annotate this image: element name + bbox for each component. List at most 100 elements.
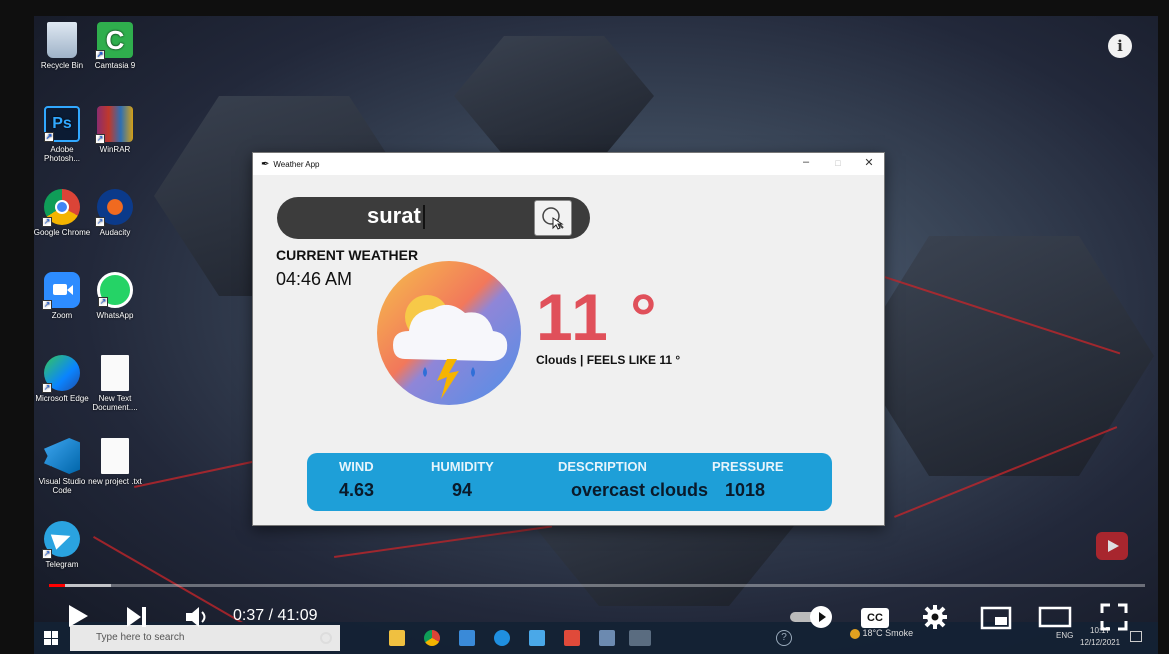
store-icon[interactable]: [459, 630, 475, 646]
search-bar: surat: [277, 197, 590, 239]
captions-icon: CC: [867, 612, 883, 624]
maximize-button[interactable]: □: [828, 158, 848, 168]
next-icon: [127, 607, 146, 627]
desktop-icon-label: Microsoft Edge: [35, 394, 89, 403]
volume-button[interactable]: [184, 605, 212, 634]
description-label: DESCRIPTION: [558, 459, 647, 474]
app-taskbar-icon[interactable]: [529, 630, 545, 646]
start-button[interactable]: [44, 631, 58, 645]
camtasia-taskbar-icon[interactable]: [564, 630, 580, 646]
pressure-value: 1018: [725, 480, 766, 500]
desktop-icon-label: Camtasia 9: [94, 61, 136, 70]
desktop-icon-winrar[interactable]: ↗ WinRAR: [86, 106, 144, 154]
youtube-watermark-icon[interactable]: [1096, 532, 1128, 560]
autoplay-knob-icon: [810, 606, 832, 628]
humidity-value: 94: [452, 480, 473, 500]
time-display: 0:37 / 41:09: [233, 607, 318, 624]
info-icon[interactable]: i: [1108, 34, 1132, 58]
progress-played: [49, 584, 65, 587]
temperature: 11 °: [536, 280, 659, 354]
theater-icon: [1038, 606, 1072, 628]
desktop-icon-new-project-txt[interactable]: new project .txt: [86, 438, 144, 486]
telegram-icon: ↗: [42, 521, 80, 559]
background-line: [93, 536, 250, 628]
weather-app-window: ✒ Weather App – □ ✕ surat CURRENT WEATHE…: [252, 152, 885, 526]
background-hexagon: [854, 236, 1154, 476]
desktop-icon-new-text-document[interactable]: New Text Document....: [86, 355, 144, 412]
miniplayer-icon: [980, 606, 1012, 630]
progress-bar[interactable]: [49, 584, 1145, 587]
desktop-icon-zoom[interactable]: ↗ Zoom: [33, 272, 91, 320]
search-input[interactable]: surat: [367, 203, 421, 229]
humidity-label: HUMIDITY: [431, 459, 494, 474]
photoshop-icon: Ps ↗: [44, 106, 80, 142]
fullscreen-icon: [1100, 603, 1128, 631]
background-hexagon: [454, 36, 654, 156]
audacity-icon: ↗: [95, 189, 133, 227]
search-icon: [542, 207, 564, 230]
edge-taskbar-icon[interactable]: [494, 630, 510, 646]
text-file-icon: [101, 438, 129, 474]
desktop-icon-label: Visual Studio Code: [38, 477, 86, 495]
next-button[interactable]: [125, 605, 149, 634]
desktop-icon-audacity[interactable]: ↗ Audacity: [86, 189, 144, 237]
desktop-icon-telegram[interactable]: ↗ Telegram: [33, 521, 91, 569]
weather-logo-icon: [377, 261, 521, 405]
clock-date: 12/12/2021: [1080, 638, 1121, 647]
fullscreen-button[interactable]: [1100, 603, 1128, 636]
python-taskbar-icon[interactable]: [599, 630, 615, 646]
chrome-icon: ↗: [42, 189, 80, 227]
cortana-icon[interactable]: [320, 632, 332, 644]
chrome-taskbar-icon[interactable]: [424, 630, 440, 646]
window-title: Weather App: [273, 159, 320, 169]
autoplay-toggle[interactable]: [790, 606, 832, 628]
text-caret: [423, 205, 425, 229]
system-tray[interactable]: 18°C Smoke: [850, 628, 913, 639]
stats-panel: WIND 4.63 HUMIDITY 94 DESCRIPTION overca…: [307, 453, 832, 511]
play-button[interactable]: [66, 603, 90, 634]
recycle-bin-icon: [47, 22, 77, 58]
file-explorer-icon[interactable]: [389, 630, 405, 646]
desktop-icon-label: Telegram: [45, 560, 79, 569]
vscode-icon: ↗: [44, 438, 80, 474]
desktop-icon-label: New Text Document....: [92, 394, 138, 412]
desktop-icon-label: Zoom: [51, 311, 73, 320]
settings-button[interactable]: [921, 603, 949, 636]
desktop-icon-chrome[interactable]: ↗ Google Chrome: [33, 189, 91, 237]
zoom-icon: ↗: [42, 272, 80, 310]
desktop-icon-label: WhatsApp: [96, 311, 134, 320]
desktop-icon-camtasia[interactable]: C ↗ Camtasia 9: [86, 22, 144, 70]
miniplayer-button[interactable]: [980, 606, 1012, 635]
help-icon[interactable]: ?: [776, 630, 792, 646]
feather-icon: ✒: [261, 158, 270, 170]
wind-label: WIND: [339, 459, 374, 474]
desktop-icon-label: Adobe Photosh...: [43, 145, 81, 163]
notification-icon[interactable]: [1130, 631, 1142, 642]
desktop-icon-label: Audacity: [99, 228, 131, 237]
description-value: overcast clouds: [571, 480, 709, 500]
tray-weather: 18°C Smoke: [862, 628, 914, 638]
desktop-icon-whatsapp[interactable]: ↗ WhatsApp: [86, 272, 144, 320]
weather-tray-icon: [850, 628, 860, 639]
desktop-icon-photoshop[interactable]: Ps ↗ Adobe Photosh...: [33, 106, 91, 163]
video-player: { "desktop": { "icons": [ {"label": "Rec…: [0, 0, 1169, 654]
winrar-icon: ↗: [95, 106, 133, 144]
desktop-icon-vscode[interactable]: ↗ Visual Studio Code: [33, 438, 91, 495]
desktop-icon-label: Recycle Bin: [40, 61, 84, 70]
condition-feels-like: Clouds | FEELS LIKE 11 °: [536, 353, 681, 367]
theater-mode-button[interactable]: [1038, 606, 1072, 633]
background-line: [334, 525, 553, 558]
desktop-icon-edge[interactable]: ↗ Microsoft Edge: [33, 355, 91, 403]
close-button[interactable]: ✕: [859, 156, 879, 169]
local-time: 04:46 AM: [276, 269, 353, 289]
captions-button[interactable]: CC: [861, 608, 889, 628]
desktop-icon-label: WinRAR: [99, 145, 131, 154]
text-file-icon: [101, 355, 129, 391]
window-titlebar[interactable]: ✒ Weather App – □ ✕: [253, 153, 884, 175]
camtasia-icon: C ↗: [95, 22, 133, 60]
desktop-icon-recycle-bin[interactable]: Recycle Bin: [33, 22, 91, 70]
app-taskbar-icon[interactable]: [629, 630, 651, 646]
search-button[interactable]: [534, 200, 572, 236]
minimize-button[interactable]: –: [796, 156, 816, 168]
gear-icon: [923, 605, 947, 629]
